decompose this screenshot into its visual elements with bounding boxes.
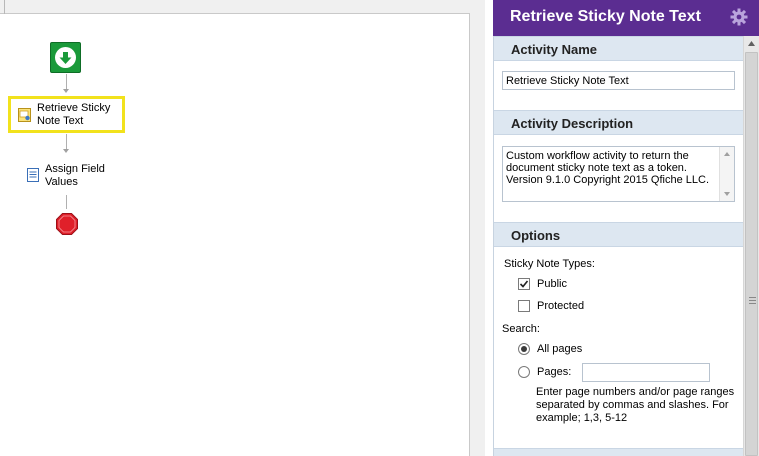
start-node[interactable]: [50, 42, 81, 73]
activity-retrieve-sticky-note-text[interactable]: Retrieve Sticky Note Text: [8, 96, 125, 133]
connector-arrow: [63, 89, 69, 93]
properties-scrollbar[interactable]: [743, 36, 759, 456]
activity-description-field[interactable]: Custom workflow activity to return the d…: [502, 146, 735, 202]
gear-icon[interactable]: [730, 8, 748, 26]
activity-label-line-2: Values: [45, 176, 78, 188]
scroll-up-button[interactable]: [744, 36, 759, 51]
connector-line: [66, 134, 67, 150]
activity-name-value: Retrieve Sticky Note Text: [506, 75, 629, 87]
all-pages-radio[interactable]: [518, 343, 530, 355]
sticky-note-types-label: Sticky Note Types:: [504, 258, 595, 270]
stop-node[interactable]: [56, 213, 78, 235]
section-header-activity-name[interactable]: Activity Name: [494, 36, 743, 61]
connector-line: [66, 195, 67, 209]
activity-description-value: Custom workflow activity to return the d…: [506, 150, 710, 186]
pages-label[interactable]: Pages:: [537, 366, 571, 378]
description-scrollbar[interactable]: [719, 147, 734, 201]
all-pages-label[interactable]: All pages: [537, 343, 582, 355]
panel-header: Retrieve Sticky Note Text: [493, 0, 759, 36]
public-label[interactable]: Public: [537, 278, 567, 290]
panel-title: Retrieve Sticky Note Text: [510, 8, 701, 25]
document-icon: [27, 168, 40, 182]
section-header-activity-description[interactable]: Activity Description: [494, 110, 743, 135]
public-checkbox[interactable]: [518, 278, 530, 290]
properties-scroll-area[interactable]: Activity Name Retrieve Sticky Note Text …: [493, 36, 743, 456]
stop-sign-icon: [56, 213, 78, 235]
section-header-next[interactable]: [494, 448, 743, 456]
activity-name-field[interactable]: Retrieve Sticky Note Text: [502, 71, 735, 90]
connector-line: [66, 74, 67, 90]
checkmark-icon: [519, 280, 529, 288]
section-header-label: Activity Description: [511, 116, 634, 131]
activity-assign-field-values[interactable]: Assign Field Values: [24, 160, 124, 192]
protected-label[interactable]: Protected: [537, 300, 584, 312]
workflow-canvas[interactable]: Retrieve Sticky Note Text Assign Field V…: [0, 0, 470, 456]
arrow-down-icon: [55, 47, 76, 68]
section-header-label: Options: [511, 228, 561, 243]
pages-radio[interactable]: [518, 366, 530, 378]
activity-label-line-1: Retrieve Sticky: [37, 102, 111, 114]
section-header-options[interactable]: Options: [494, 222, 743, 247]
pages-input[interactable]: [582, 363, 710, 382]
sticky-note-icon: [18, 108, 31, 122]
properties-panel: Retrieve Sticky Note Text Activity Name …: [493, 0, 759, 456]
section-header-label: Activity Name: [511, 42, 597, 57]
activity-label-line-2: Note Text: [37, 115, 84, 127]
scrollbar-thumb[interactable]: [745, 52, 758, 456]
pages-hint-text: Enter page numbers and/or page ranges se…: [536, 386, 735, 424]
connector-arrow: [63, 149, 69, 153]
canvas-top-strip: [0, 0, 470, 14]
protected-checkbox[interactable]: [518, 300, 530, 312]
activity-label-line-1: Assign Field: [45, 163, 105, 175]
search-label: Search:: [502, 323, 540, 335]
workflow-canvas-area: Retrieve Sticky Note Text Assign Field V…: [0, 0, 485, 456]
